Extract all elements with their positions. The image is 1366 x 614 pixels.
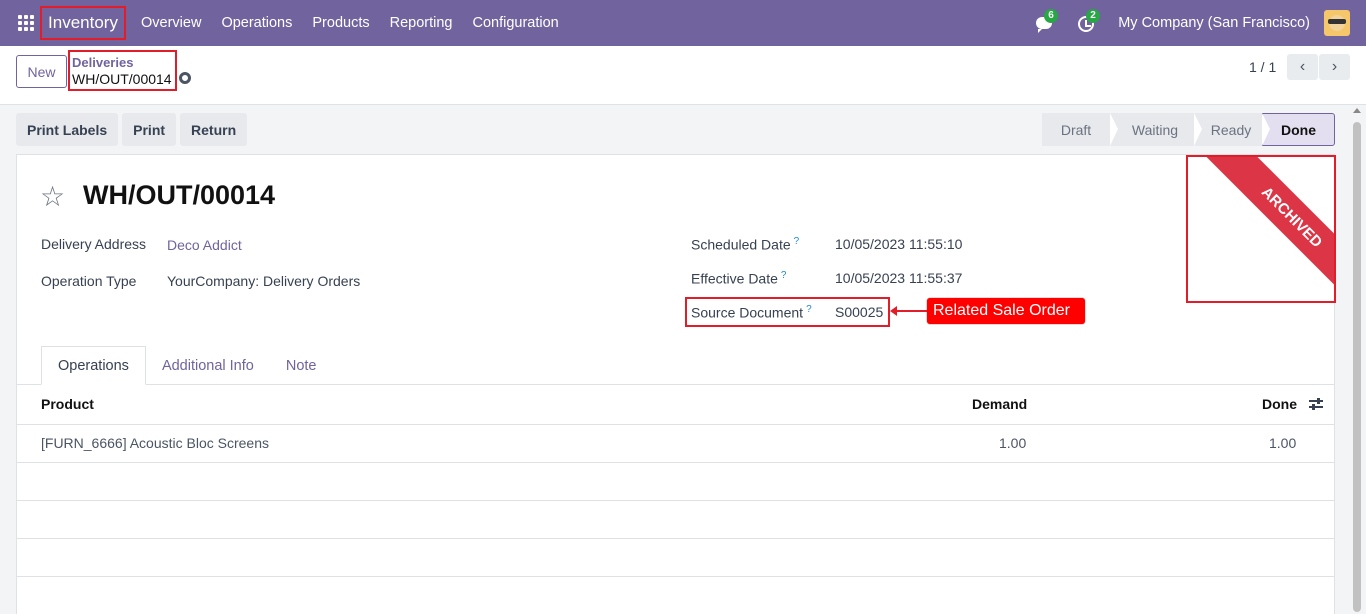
menu-item-reporting[interactable]: Reporting xyxy=(390,15,453,31)
scheduled-date-value[interactable]: 10/05/2023 11:55:10 xyxy=(835,236,962,252)
pager-value[interactable]: 1 / 1 xyxy=(1249,59,1276,75)
breadcrumb-deliveries[interactable]: Deliveries xyxy=(72,56,175,70)
messages-icon[interactable]: 6 xyxy=(1034,9,1058,34)
breadcrumb-current: WH/OUT/00014 xyxy=(72,71,172,87)
tabs-divider xyxy=(17,384,1334,385)
menu-item-operations[interactable]: Operations xyxy=(221,15,292,31)
row-demand[interactable]: 1.00 xyxy=(999,435,1026,451)
source-document-label: Source Document? xyxy=(691,304,812,321)
print-button[interactable]: Print xyxy=(122,113,177,146)
source-document-value[interactable]: S00025 xyxy=(835,304,883,320)
column-header-product[interactable]: Product xyxy=(41,396,94,412)
pager-next-icon[interactable]: › xyxy=(1319,54,1350,80)
tab-note[interactable]: Note xyxy=(270,346,333,385)
menu-item-configuration[interactable]: Configuration xyxy=(472,15,558,31)
app-name[interactable]: Inventory xyxy=(40,6,126,40)
row-done[interactable]: 1.00 xyxy=(1269,435,1296,451)
operation-type-value[interactable]: YourCompany: Delivery Orders xyxy=(167,273,360,289)
star-icon[interactable]: ☆ xyxy=(40,183,65,211)
operation-type-label: Operation Type xyxy=(41,273,137,289)
table-row xyxy=(17,576,1334,577)
company-switcher[interactable]: My Company (San Francisco) xyxy=(1118,15,1310,31)
column-settings-icon[interactable] xyxy=(1309,397,1323,411)
scheduled-date-label: Scheduled Date? xyxy=(691,236,800,253)
messages-badge: 6 xyxy=(1044,9,1058,23)
print-labels-button[interactable]: Print Labels xyxy=(16,113,119,146)
help-icon[interactable]: ? xyxy=(794,236,800,247)
table-row xyxy=(17,462,1334,463)
notebook-tabs: Operations Additional Info Note xyxy=(41,346,332,385)
stage-waiting[interactable]: Waiting xyxy=(1110,113,1202,146)
user-avatar[interactable] xyxy=(1324,10,1350,36)
activities-clock-icon[interactable]: 2 xyxy=(1076,9,1100,34)
tab-additional-info[interactable]: Additional Info xyxy=(146,346,270,385)
gear-icon[interactable] xyxy=(179,72,191,84)
delivery-address-label: Delivery Address xyxy=(41,236,147,252)
effective-date-label: Effective Date? xyxy=(691,270,787,287)
column-header-demand[interactable]: Demand xyxy=(972,396,1027,412)
stage-draft[interactable]: Draft xyxy=(1042,113,1118,146)
main-menu: Overview Operations Products Reporting C… xyxy=(141,0,579,46)
scrollbar[interactable] xyxy=(1352,118,1362,614)
annotation-arrow-line xyxy=(896,310,928,312)
table-row xyxy=(17,500,1334,501)
record-title: WH/OUT/00014 xyxy=(83,180,276,210)
effective-date-value: 10/05/2023 11:55:37 xyxy=(835,270,963,286)
action-buttons: Print Labels Print Return xyxy=(16,113,251,146)
return-button[interactable]: Return xyxy=(180,113,248,146)
scroll-up-icon[interactable] xyxy=(1353,108,1361,113)
new-button[interactable]: New xyxy=(16,55,67,88)
status-bar: Draft Waiting Ready Done xyxy=(1042,113,1335,146)
systray: 6 2 My Company (San Francisco) xyxy=(1034,0,1366,46)
archived-ribbon: ARCHIVED xyxy=(1201,157,1334,301)
stage-done[interactable]: Done xyxy=(1262,113,1335,146)
activities-badge: 2 xyxy=(1086,9,1100,23)
help-icon[interactable]: ? xyxy=(781,270,787,281)
pager-previous-icon[interactable]: ‹ xyxy=(1287,54,1318,80)
stage-ready[interactable]: Ready xyxy=(1194,113,1270,146)
delivery-address-value[interactable]: Deco Addict xyxy=(167,237,242,253)
row-product[interactable]: [FURN_6666] Acoustic Bloc Screens xyxy=(41,435,269,451)
annotation-callout: Related Sale Order xyxy=(927,298,1085,324)
table-header-divider xyxy=(17,424,1334,425)
help-icon[interactable]: ? xyxy=(806,304,812,315)
archived-ribbon-box: ARCHIVED xyxy=(1186,155,1336,303)
table-row xyxy=(17,538,1334,539)
control-panel: New Deliveries WH/OUT/00014 1 / 1 ‹ › xyxy=(0,46,1366,105)
menu-item-overview[interactable]: Overview xyxy=(141,15,201,31)
column-header-done[interactable]: Done xyxy=(1262,396,1297,412)
tab-operations[interactable]: Operations xyxy=(41,346,146,385)
breadcrumb: Deliveries WH/OUT/00014 xyxy=(68,50,177,91)
menu-item-products[interactable]: Products xyxy=(312,15,369,31)
